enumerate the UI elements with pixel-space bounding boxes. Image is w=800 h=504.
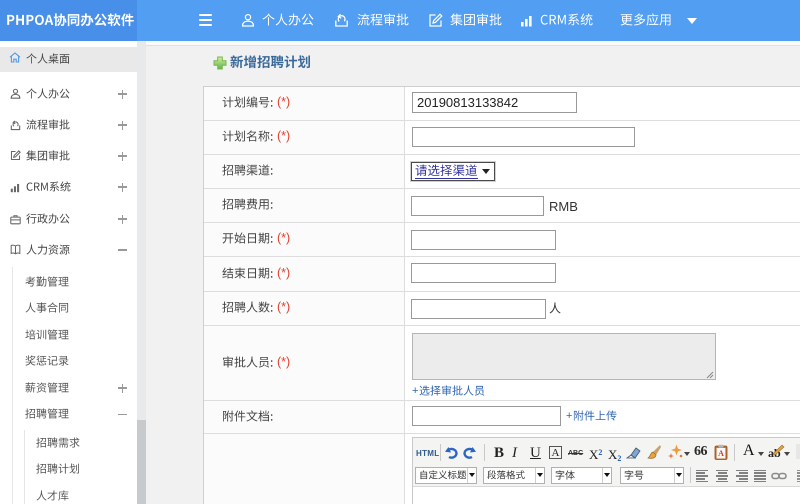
svg-text:A: A [718, 449, 724, 458]
